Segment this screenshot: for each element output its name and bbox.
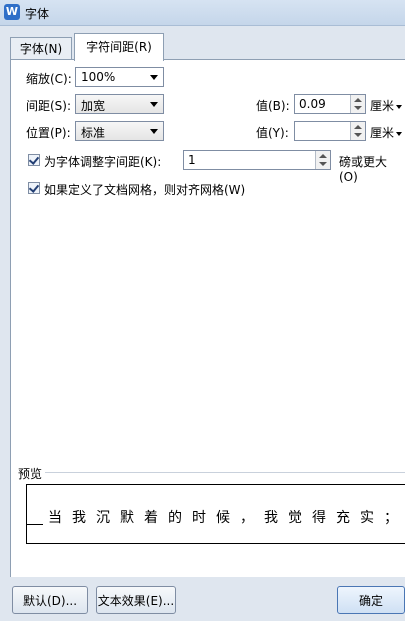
checkmark-icon [28,182,40,193]
arrow-up-icon[interactable] [354,98,362,102]
preview-label: 预览 [18,465,46,482]
chevron-down-icon [396,104,403,109]
arrow-up-icon[interactable] [354,125,362,129]
ok-button[interactable]: 确定 [337,586,405,614]
arrow-up-icon[interactable] [319,154,327,158]
spacing-unit-label: 厘米 [370,99,395,113]
text-effects-button[interactable]: 文本效果(E)... [96,586,176,614]
wps-writer-icon: W [4,4,20,20]
grid-snap-label[interactable]: 如果定义了文档网格，则对齐网格(W) [44,181,245,198]
chevron-down-icon [150,129,158,134]
spinner-buttons[interactable] [315,151,330,169]
arrow-down-icon[interactable] [354,106,362,110]
position-label: 位置(P): [26,126,71,140]
scale-dropdown[interactable]: 100% [75,67,164,87]
spacing-label: 间距(S): [26,99,72,113]
checkmark-icon [28,154,40,165]
spacing-unit-dropdown[interactable]: 厘米 [370,97,403,114]
spacing-value: 加宽 [81,99,106,113]
position-unit-label: 厘米 [370,126,395,140]
position-amount-label: 值(Y): [256,126,289,140]
spinner-buttons[interactable] [350,122,365,140]
window-title: 字体 [25,7,50,21]
preview-box: 当我沉默着的时候，我觉得充实；我将开 [26,484,405,544]
preview-baseline-marker [27,524,43,525]
scale-label: 缩放(C): [26,72,72,86]
tab-character-spacing[interactable]: 字符间距(R) [74,33,164,61]
kerning-value: 1 [188,153,196,167]
kerning-suffix: 磅或更大(O) [339,155,388,184]
position-unit-dropdown[interactable]: 厘米 [370,124,403,141]
position-dropdown[interactable]: 标准 [75,121,164,141]
preview-text: 当我沉默着的时候，我觉得充实；我将开 [48,510,405,526]
scale-value: 100% [81,70,116,84]
preview-divider [44,472,405,473]
spacing-amount-value: 0.09 [299,97,326,111]
spacing-amount-stepper[interactable]: 0.09 [294,94,366,114]
kerning-stepper[interactable]: 1 [183,150,331,170]
spinner-buttons[interactable] [350,95,365,113]
arrow-down-icon[interactable] [319,162,327,166]
spacing-dropdown[interactable]: 加宽 [75,94,164,114]
spacing-amount-label: 值(B): [256,99,290,113]
tab-font[interactable]: 字体(N) [10,37,72,60]
chevron-down-icon [150,102,158,107]
default-button[interactable]: 默认(D)... [12,586,88,614]
arrow-down-icon[interactable] [354,133,362,137]
title-bar: W 字体 [0,0,405,26]
chevron-down-icon [150,75,158,80]
kerning-label[interactable]: 为字体调整字间距(K): [44,153,161,170]
kerning-checkbox[interactable] [28,154,40,166]
position-value: 标准 [81,126,106,140]
position-amount-stepper[interactable] [294,121,366,141]
grid-snap-checkbox[interactable] [28,182,40,194]
chevron-down-icon [396,131,403,136]
